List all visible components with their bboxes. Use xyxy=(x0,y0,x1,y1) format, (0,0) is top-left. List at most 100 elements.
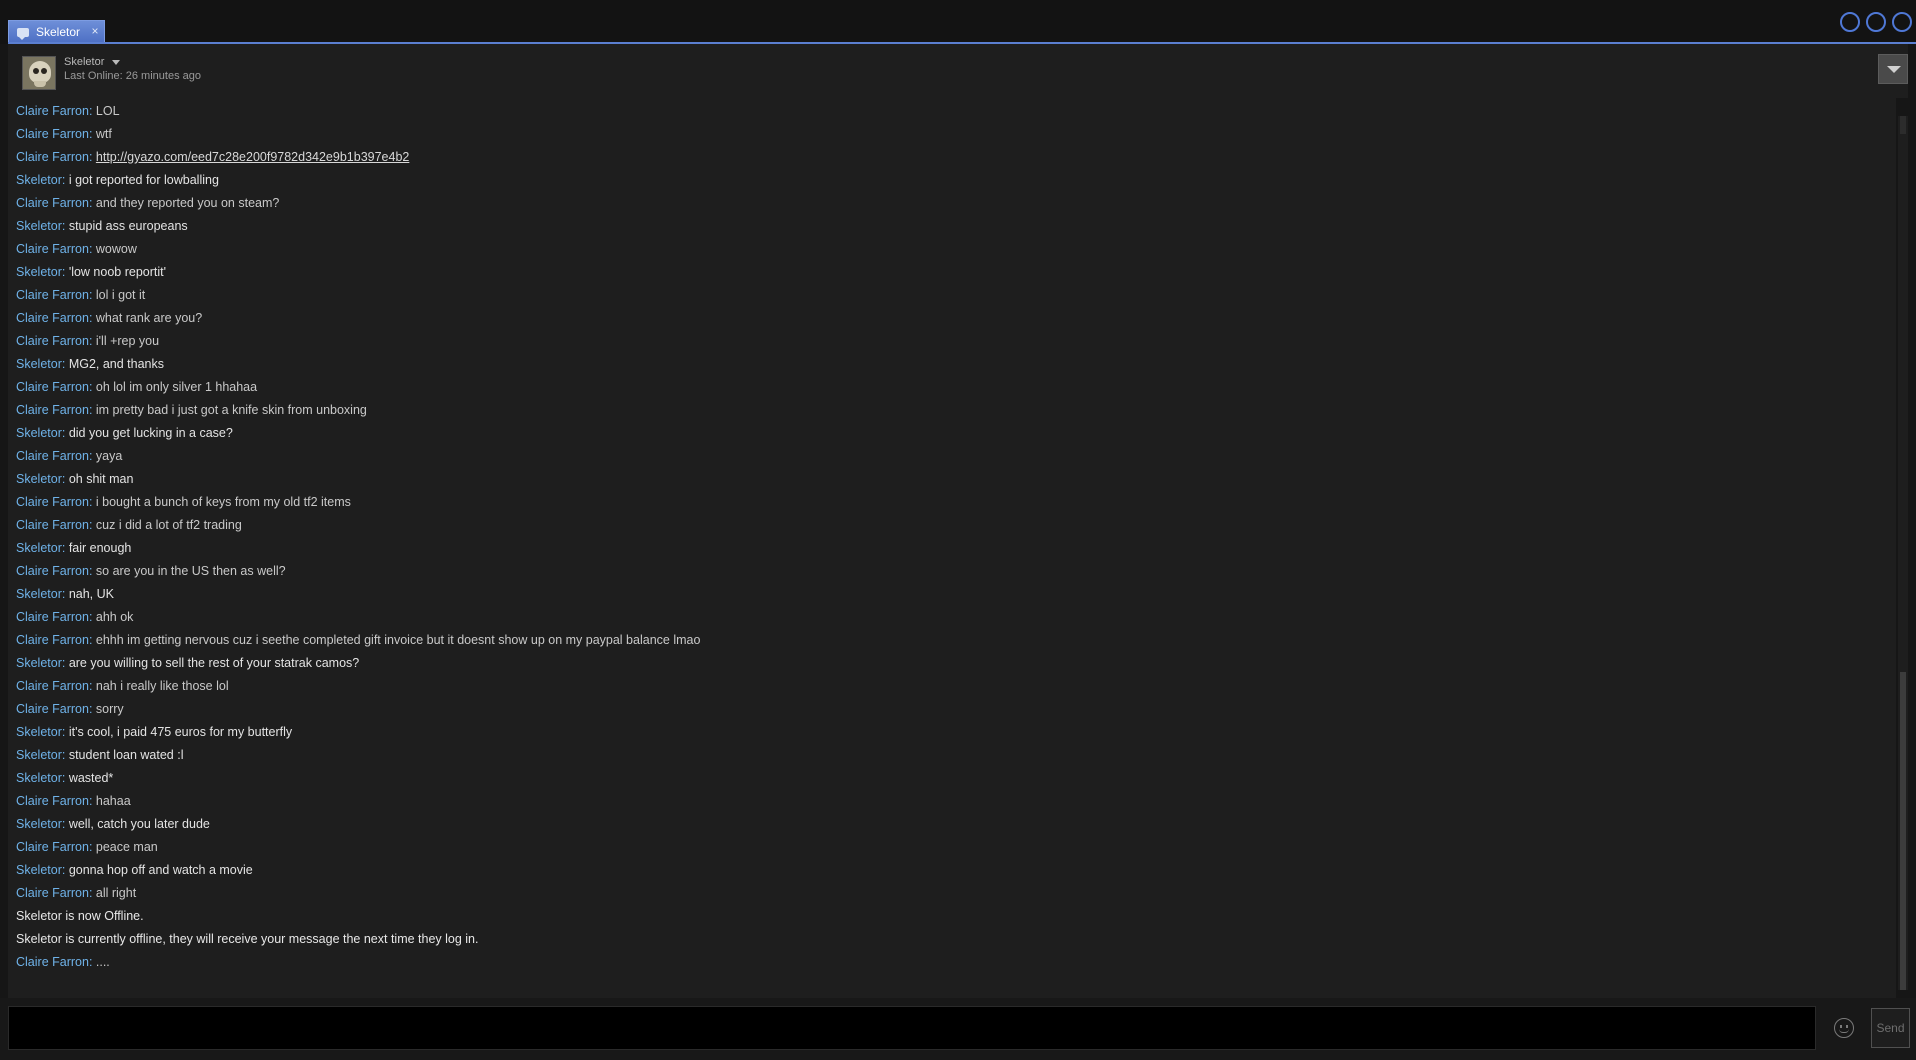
maximize-icon[interactable] xyxy=(1866,12,1886,32)
tab-close-icon[interactable]: × xyxy=(89,25,101,37)
message-sender[interactable]: Skeletor xyxy=(16,863,62,877)
message-text: yaya xyxy=(95,449,123,463)
chat-message: Claire Farron: all right xyxy=(16,882,1896,905)
message-sender[interactable]: Claire Farron xyxy=(16,495,89,509)
sender-separator: : xyxy=(61,748,69,762)
message-sender[interactable]: Claire Farron xyxy=(16,840,89,854)
smiley-eye-right xyxy=(1846,1025,1848,1028)
minimize-icon[interactable] xyxy=(1840,12,1860,32)
sender-separator: : xyxy=(61,472,69,486)
friend-name: Skeletor xyxy=(64,56,105,68)
chat-message: Claire Farron: i'll +rep you xyxy=(16,330,1896,353)
system-message: Skeletor is now Offline. xyxy=(16,905,1896,928)
message-sender[interactable]: Skeletor xyxy=(16,541,62,555)
message-sender[interactable]: Claire Farron xyxy=(16,702,89,716)
chat-message: Claire Farron: ehhh im getting nervous c… xyxy=(16,629,1896,652)
message-sender[interactable]: Claire Farron xyxy=(16,403,89,417)
message-sender[interactable]: Claire Farron xyxy=(16,380,89,394)
sender-separator: : xyxy=(61,357,69,371)
message-sender[interactable]: Claire Farron xyxy=(16,150,89,164)
message-text: ahh ok xyxy=(95,610,134,624)
chat-message: Skeletor: well, catch you later dude xyxy=(16,813,1896,836)
chat-message: Claire Farron: yaya xyxy=(16,445,1896,468)
message-text: sorry xyxy=(95,702,124,716)
message-text: Skeletor is currently offline, they will… xyxy=(16,932,479,946)
message-text: oh shit man xyxy=(68,472,134,486)
message-sender[interactable]: Claire Farron xyxy=(16,794,89,808)
message-sender[interactable]: Skeletor xyxy=(16,587,62,601)
message-text: MG2, and thanks xyxy=(68,357,165,371)
scrollbar[interactable] xyxy=(1898,116,1908,990)
message-sender[interactable]: Claire Farron xyxy=(16,564,89,578)
sender-separator: : xyxy=(88,150,96,164)
sender-separator: : xyxy=(88,127,96,141)
chat-bubble-icon xyxy=(17,27,29,40)
message-sender[interactable]: Claire Farron xyxy=(16,311,89,325)
message-sender[interactable]: Claire Farron xyxy=(16,633,89,647)
message-text: stupid ass europeans xyxy=(68,219,188,233)
message-text: peace man xyxy=(95,840,158,854)
chat-message: Skeletor: stupid ass europeans xyxy=(16,215,1896,238)
skull-eye-right xyxy=(41,68,47,74)
scrollbar-thumb[interactable] xyxy=(1900,672,1906,990)
sender-separator: : xyxy=(88,334,96,348)
avatar[interactable] xyxy=(22,56,56,90)
message-sender[interactable]: Claire Farron xyxy=(16,288,89,302)
sender-separator: : xyxy=(61,265,69,279)
message-sender[interactable]: Skeletor xyxy=(16,725,62,739)
chat-message: Claire Farron: wowow xyxy=(16,238,1896,261)
chat-message: Skeletor: are you willing to sell the re… xyxy=(16,652,1896,675)
message-text: did you get lucking in a case? xyxy=(68,426,233,440)
sender-separator: : xyxy=(61,863,69,877)
message-sender[interactable]: Skeletor xyxy=(16,357,62,371)
send-button[interactable]: Send xyxy=(1871,1008,1910,1048)
close-icon[interactable] xyxy=(1892,12,1912,32)
sender-separator: : xyxy=(88,495,96,509)
message-text: i'll +rep you xyxy=(95,334,160,348)
title-bar: Skeletor × xyxy=(0,0,1916,44)
message-sender[interactable]: Skeletor xyxy=(16,771,62,785)
message-sender[interactable]: Claire Farron xyxy=(16,196,89,210)
message-sender[interactable]: Skeletor xyxy=(16,656,62,670)
chat-message: Skeletor: gonna hop off and watch a movi… xyxy=(16,859,1896,882)
message-sender[interactable]: Claire Farron xyxy=(16,242,89,256)
message-text: LOL xyxy=(95,104,120,118)
message-sender[interactable]: Claire Farron xyxy=(16,104,89,118)
smiley-icon[interactable] xyxy=(1834,1018,1854,1038)
caret-down-icon xyxy=(112,59,121,65)
sender-separator: : xyxy=(88,633,96,647)
sender-separator: : xyxy=(61,817,69,831)
message-sender[interactable]: Claire Farron xyxy=(16,127,89,141)
chat-message: Claire Farron: peace man xyxy=(16,836,1896,859)
chat-message: Skeletor: did you get lucking in a case? xyxy=(16,422,1896,445)
message-sender[interactable]: Claire Farron xyxy=(16,610,89,624)
message-input[interactable] xyxy=(8,1006,1816,1050)
chat-message: Claire Farron: http://gyazo.com/eed7c28e… xyxy=(16,146,1896,169)
sender-separator: : xyxy=(61,426,69,440)
message-sender[interactable]: Claire Farron xyxy=(16,955,89,969)
message-sender[interactable]: Claire Farron xyxy=(16,886,89,900)
message-sender[interactable]: Claire Farron xyxy=(16,334,89,348)
sender-separator: : xyxy=(61,725,69,739)
message-sender[interactable]: Skeletor xyxy=(16,748,62,762)
chat-message: Skeletor: MG2, and thanks xyxy=(16,353,1896,376)
chevron-down-icon[interactable] xyxy=(1878,54,1908,84)
sender-separator: : xyxy=(88,794,96,808)
tab-skeletor[interactable]: Skeletor × xyxy=(8,20,105,43)
chat-message: Claire Farron: LOL xyxy=(16,100,1896,123)
sender-separator: : xyxy=(88,403,96,417)
message-sender[interactable]: Claire Farron xyxy=(16,679,89,693)
message-text: wtf xyxy=(95,127,112,141)
message-sender[interactable]: Skeletor xyxy=(16,173,62,187)
message-sender[interactable]: Skeletor xyxy=(16,219,62,233)
message-sender[interactable]: Claire Farron xyxy=(16,449,89,463)
system-message: Skeletor is currently offline, they will… xyxy=(16,928,1896,951)
friend-header: Skeletor Last Online: 26 minutes ago xyxy=(8,44,1908,98)
message-sender[interactable]: Skeletor xyxy=(16,426,62,440)
message-sender[interactable]: Skeletor xyxy=(16,817,62,831)
friend-name-menu[interactable]: Skeletor xyxy=(64,56,121,68)
message-link[interactable]: http://gyazo.com/eed7c28e200f9782d342e9b… xyxy=(96,150,409,164)
message-sender[interactable]: Claire Farron xyxy=(16,518,89,532)
message-sender[interactable]: Skeletor xyxy=(16,265,62,279)
message-sender[interactable]: Skeletor xyxy=(16,472,62,486)
